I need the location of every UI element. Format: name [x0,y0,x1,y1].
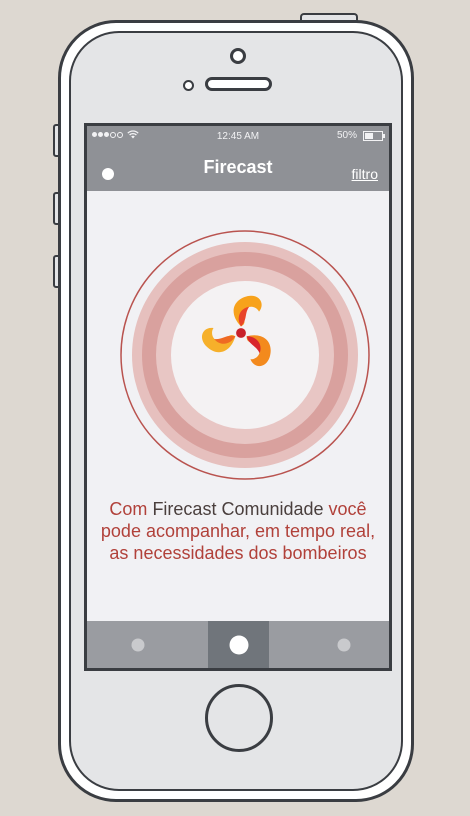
message-brand: Firecast Comunidade [152,499,324,519]
pulse-rings [120,230,370,480]
intro-message: Com Firecast Comunidade você pode acompa… [97,498,379,564]
tab-right[interactable] [313,621,374,668]
home-button[interactable] [205,684,273,752]
tab-dot-icon [131,638,144,651]
tab-left[interactable] [107,621,168,668]
earpiece-speaker [205,77,272,91]
app-screen: 12:45 AM 50% Firecast filtro Com Firecas… [84,123,392,671]
tab-dot-icon [337,638,350,651]
flame-blade-3 [202,327,236,353]
front-camera [230,48,246,64]
message-part-1: Com [109,499,153,519]
tab-center[interactable] [208,621,269,668]
flame-blade-1 [233,295,262,327]
tab-bar [87,621,389,668]
tab-dot-active-icon [229,635,248,654]
firecast-triskelion-icon [202,295,271,367]
proximity-sensor [183,80,194,91]
